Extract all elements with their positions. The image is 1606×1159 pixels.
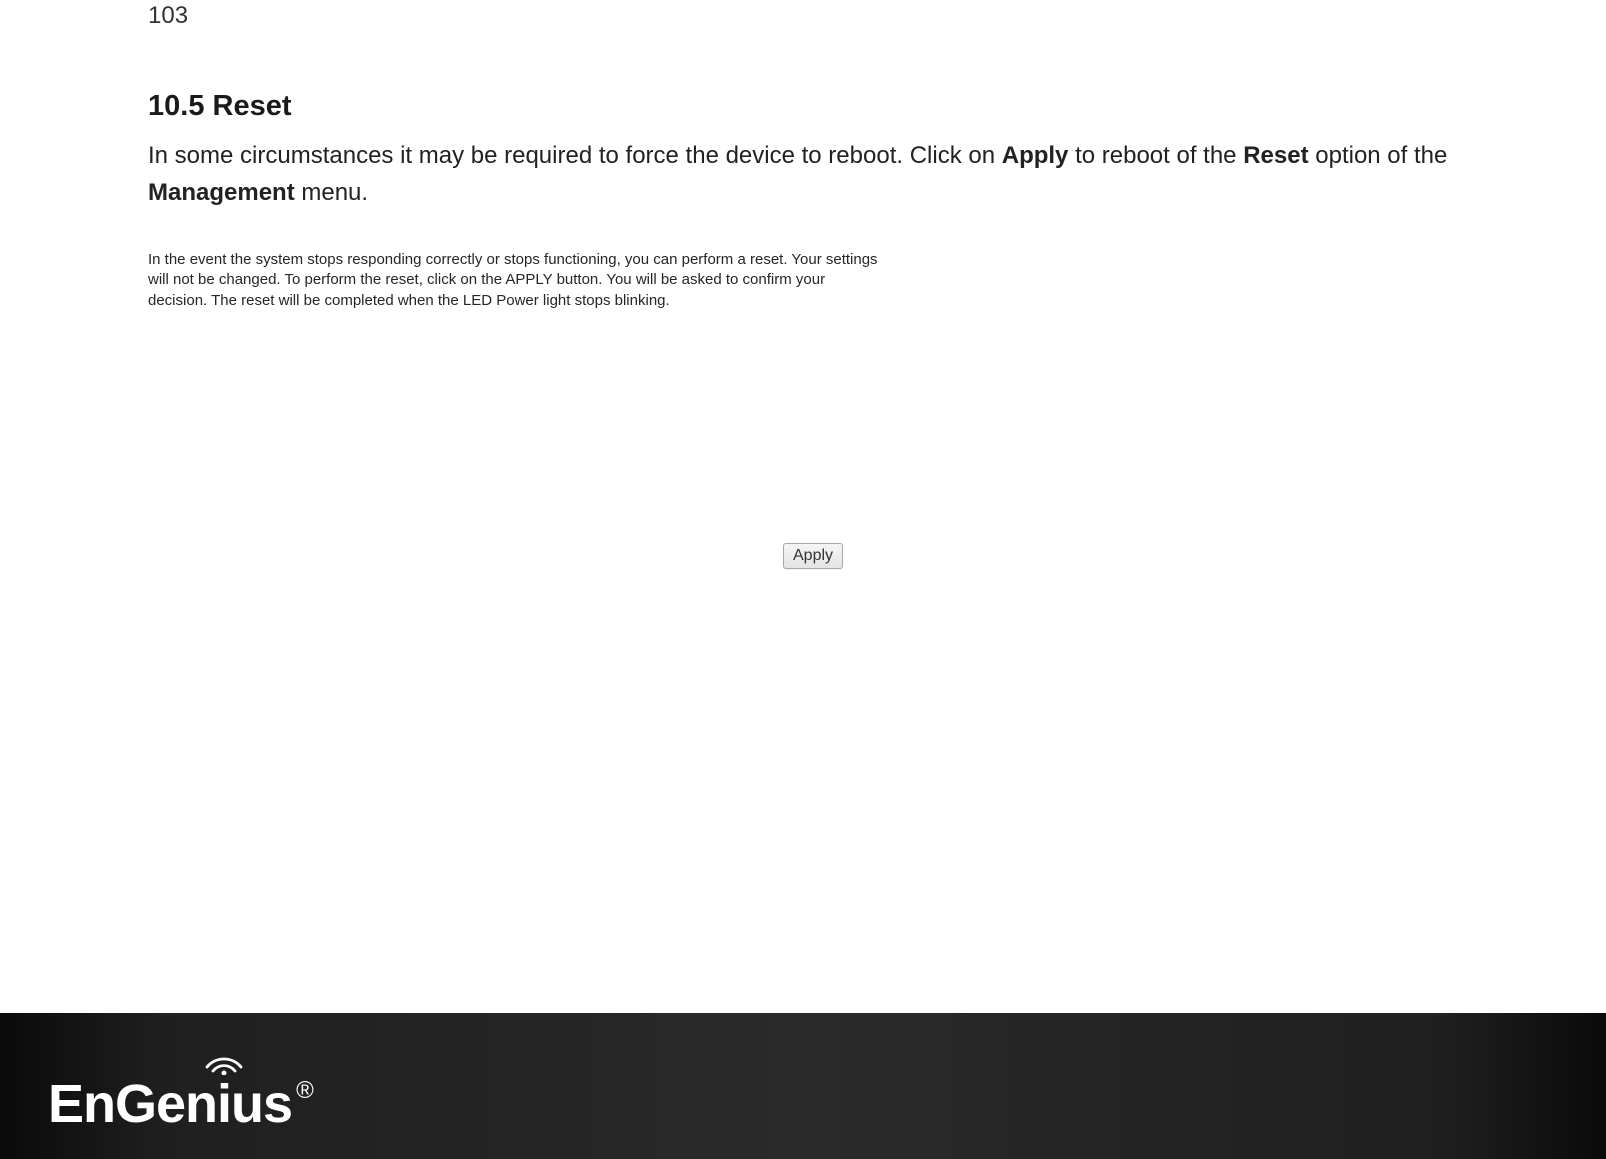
brand-logo-text: EnGen ius® [48,1073,313,1135]
registered-symbol: ® [296,1077,313,1105]
section-heading: 10.5 Reset [148,90,1458,123]
brand-logo: EnGen ius® [48,1073,313,1135]
intro-text-mid2: option of the [1309,142,1448,169]
intro-paragraph: In some circumstances it may be required… [148,137,1458,211]
logo-i-with-wifi: i [217,1073,231,1135]
apply-button[interactable]: Apply [783,543,843,569]
intro-bold-management: Management [148,179,295,206]
footer-band: EnGen ius® [0,1013,1606,1159]
page-number: 103 [148,2,188,30]
intro-text-end: menu. [295,179,368,206]
intro-bold-apply: Apply [1002,142,1069,169]
intro-text-mid1: to reboot of the [1068,142,1243,169]
logo-part-us: us [231,1073,292,1135]
logo-part-en: EnGen [48,1073,217,1135]
screenshot-description: In the event the system stops responding… [148,250,888,311]
intro-bold-reset: Reset [1243,142,1308,169]
wifi-icon [203,1047,245,1075]
main-content: 10.5 Reset In some circumstances it may … [148,90,1458,211]
intro-text-pre: In some circumstances it may be required… [148,142,1002,169]
apply-button-container: Apply [783,543,843,569]
screenshot-region: In the event the system stops responding… [148,250,908,311]
